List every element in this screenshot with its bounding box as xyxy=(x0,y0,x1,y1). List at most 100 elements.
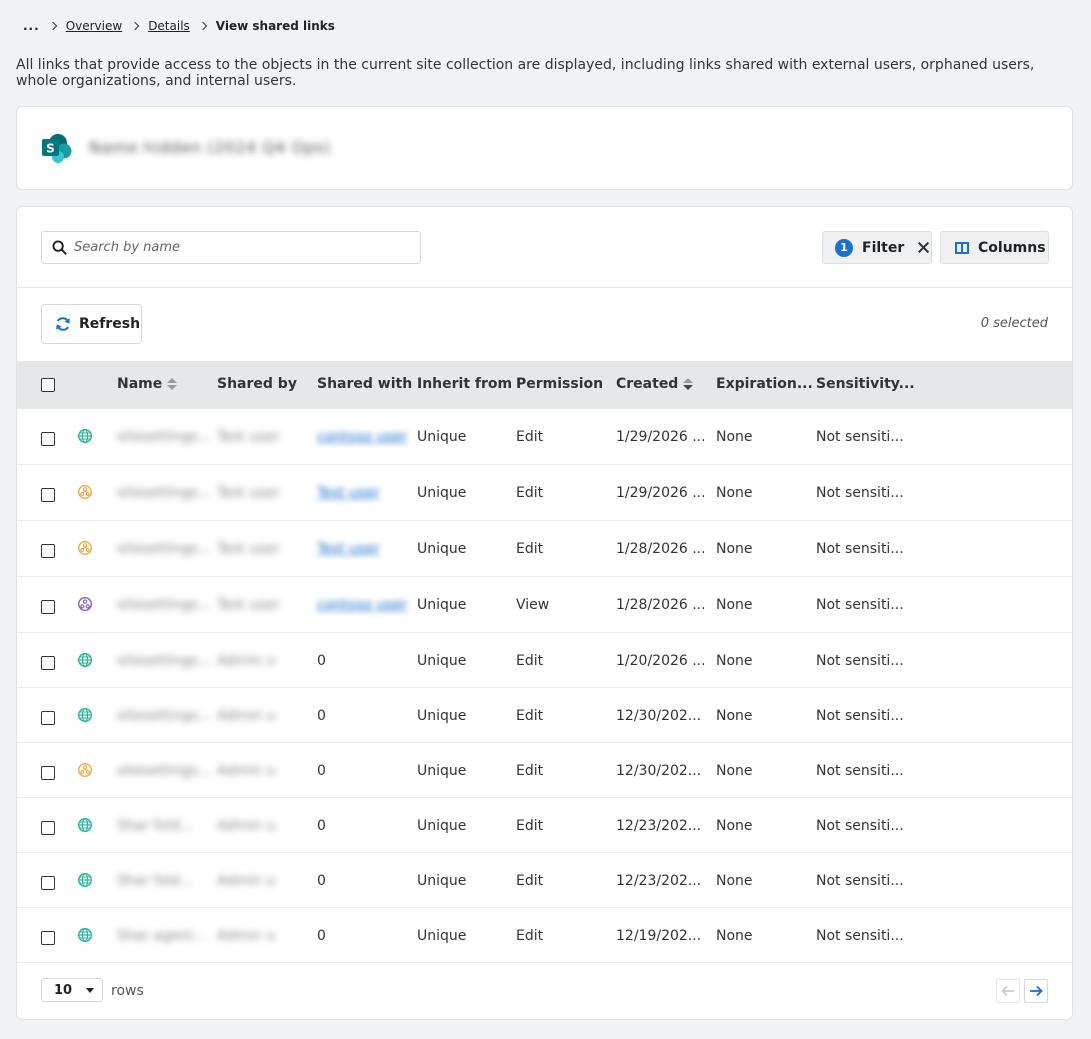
filter-button[interactable]: 1 Filter xyxy=(822,231,932,264)
cell-permission: Edit xyxy=(516,429,544,445)
rows-label: rows xyxy=(111,983,144,999)
cell-shared-with[interactable]: Test user xyxy=(317,541,380,557)
table-row[interactable]: sitesettings... Admin u 0 Unique Edit 12/30/2… xyxy=(17,688,1072,743)
table-row[interactable]: sitesettings... Test user contoso user Uniq… xyxy=(17,577,1072,633)
cell-created: 1/20/2026 ... xyxy=(616,653,706,669)
chevron-right-icon xyxy=(200,22,208,30)
next-page-button[interactable] xyxy=(1024,979,1048,1003)
cell-sensitivity: Not sensiti... xyxy=(816,597,904,613)
cell-expiration: None xyxy=(716,763,753,779)
cell-created: 1/28/2026 ... xyxy=(616,541,706,557)
breadcrumb-overview-link[interactable]: Overview xyxy=(66,19,123,33)
column-header-expiration[interactable]: Expiration... xyxy=(716,376,813,392)
cell-name[interactable]: sitesettings... xyxy=(117,653,211,669)
cell-name[interactable]: sitesettings... xyxy=(117,541,211,557)
cell-inherit-from: Unique xyxy=(417,653,467,669)
cell-shared-with[interactable]: Test user xyxy=(317,485,380,501)
cell-name[interactable]: sitesettings... xyxy=(117,708,211,724)
breadcrumb-ellipsis[interactable]: ... xyxy=(23,19,40,33)
cell-permission: Edit xyxy=(516,541,544,557)
cell-shared-with[interactable]: contoso user xyxy=(317,597,407,613)
cell-inherit-from: Unique xyxy=(417,928,467,944)
row-checkbox[interactable] xyxy=(41,821,55,835)
cell-name[interactable]: Shar fold... xyxy=(117,873,193,889)
column-header-sensitivity[interactable]: Sensitivity... xyxy=(816,376,915,392)
cell-expiration: None xyxy=(716,653,753,669)
column-header-created[interactable]: Created xyxy=(616,376,694,392)
table-row[interactable]: sitesettings... Test user contoso user Uniq… xyxy=(17,409,1072,465)
row-checkbox[interactable] xyxy=(41,488,55,502)
cell-expiration: None xyxy=(716,818,753,834)
breadcrumb-details-link[interactable]: Details xyxy=(148,19,190,33)
cell-inherit-from: Unique xyxy=(417,485,467,501)
table-row[interactable]: sitesettings... Admin u 0 Unique Edit 1/20/20… xyxy=(17,633,1072,688)
sort-icon xyxy=(167,378,178,390)
chevron-right-icon xyxy=(132,22,140,30)
column-header-permission[interactable]: Permission xyxy=(516,376,603,392)
column-header-shared-with[interactable]: Shared with xyxy=(317,376,412,392)
column-header-inherit-from[interactable]: Inherit from xyxy=(417,376,512,392)
cell-name[interactable]: sitesettings... xyxy=(117,485,211,501)
page-size-select[interactable]: 10 xyxy=(41,978,103,1002)
cell-sensitivity: Not sensiti... xyxy=(816,818,904,834)
shared-links-panel: 1 Filter Columns Refresh 0 selected Name xyxy=(16,206,1073,1020)
row-checkbox[interactable] xyxy=(41,656,55,670)
cell-permission: Edit xyxy=(516,485,544,501)
table-row[interactable]: sitesettings... Admin u 0 Unique Edit 12/30/2… xyxy=(17,743,1072,798)
svg-text:S: S xyxy=(46,142,55,156)
cell-permission: Edit xyxy=(516,818,544,834)
cell-sensitivity: Not sensiti... xyxy=(816,763,904,779)
row-checkbox[interactable] xyxy=(41,600,55,614)
row-checkbox[interactable] xyxy=(41,544,55,558)
cell-sensitivity: Not sensiti... xyxy=(816,429,904,445)
table-row[interactable]: Shar fold... Admin u 0 Unique Edit 12/23/202.… xyxy=(17,798,1072,853)
cell-name[interactable]: sitesettings... xyxy=(117,763,211,779)
row-checkbox[interactable] xyxy=(41,432,55,446)
cell-created: 1/29/2026 ... xyxy=(616,485,706,501)
refresh-button[interactable]: Refresh xyxy=(41,304,142,344)
search-input[interactable] xyxy=(74,240,404,255)
table-row[interactable]: Shar fold... Admin u 0 Unique Edit 12/23/202.… xyxy=(17,853,1072,908)
site-name: Name hidden (2024 Q4 Ops) xyxy=(89,138,331,157)
row-checkbox[interactable] xyxy=(41,931,55,945)
cell-shared-by: Test user xyxy=(217,597,280,613)
globe-icon xyxy=(77,652,93,668)
cell-created: 1/29/2026 ... xyxy=(616,429,706,445)
cell-shared-with[interactable]: contoso user xyxy=(317,429,407,445)
organization-icon xyxy=(77,484,93,500)
cell-name[interactable]: Shar fold... xyxy=(117,818,193,834)
cell-sensitivity: Not sensiti... xyxy=(816,653,904,669)
organization-icon xyxy=(77,540,93,556)
column-header-name[interactable]: Name xyxy=(117,376,178,392)
cell-sensitivity: Not sensiti... xyxy=(816,708,904,724)
table-row[interactable]: sitesettings... Test user Test user Unique E… xyxy=(17,521,1072,577)
table-row[interactable]: Shar ageni... Admin u 0 Unique Edit 12/19/202… xyxy=(17,908,1072,963)
cell-inherit-from: Unique xyxy=(417,541,467,557)
arrow-left-icon xyxy=(1001,985,1014,997)
column-header-label: Name xyxy=(117,376,163,392)
cell-inherit-from: Unique xyxy=(417,429,467,445)
cell-name[interactable]: sitesettings... xyxy=(117,597,211,613)
previous-page-button[interactable] xyxy=(996,979,1020,1003)
cell-shared-with: 0 xyxy=(317,708,326,724)
cell-shared-with: 0 xyxy=(317,928,326,944)
cell-name[interactable]: sitesettings... xyxy=(117,429,211,445)
cell-name[interactable]: Shar ageni... xyxy=(117,928,206,944)
select-all-checkbox[interactable] xyxy=(41,378,55,392)
row-checkbox[interactable] xyxy=(41,876,55,890)
search-box[interactable] xyxy=(41,231,421,264)
selected-count: 0 selected xyxy=(980,316,1048,331)
row-checkbox[interactable] xyxy=(41,766,55,780)
close-icon[interactable] xyxy=(917,241,930,254)
globe-icon xyxy=(77,927,93,943)
table-row[interactable]: sitesettings... Test user Test user Unique E… xyxy=(17,465,1072,521)
columns-button[interactable]: Columns xyxy=(940,231,1049,264)
cell-shared-with: 0 xyxy=(317,873,326,889)
chevron-down-icon xyxy=(86,987,95,993)
cell-shared-with: 0 xyxy=(317,763,326,779)
column-header-label: Created xyxy=(616,376,679,392)
cell-permission: Edit xyxy=(516,873,544,889)
row-checkbox[interactable] xyxy=(41,711,55,725)
globe-icon xyxy=(77,428,93,444)
column-header-shared-by[interactable]: Shared by xyxy=(217,376,297,392)
